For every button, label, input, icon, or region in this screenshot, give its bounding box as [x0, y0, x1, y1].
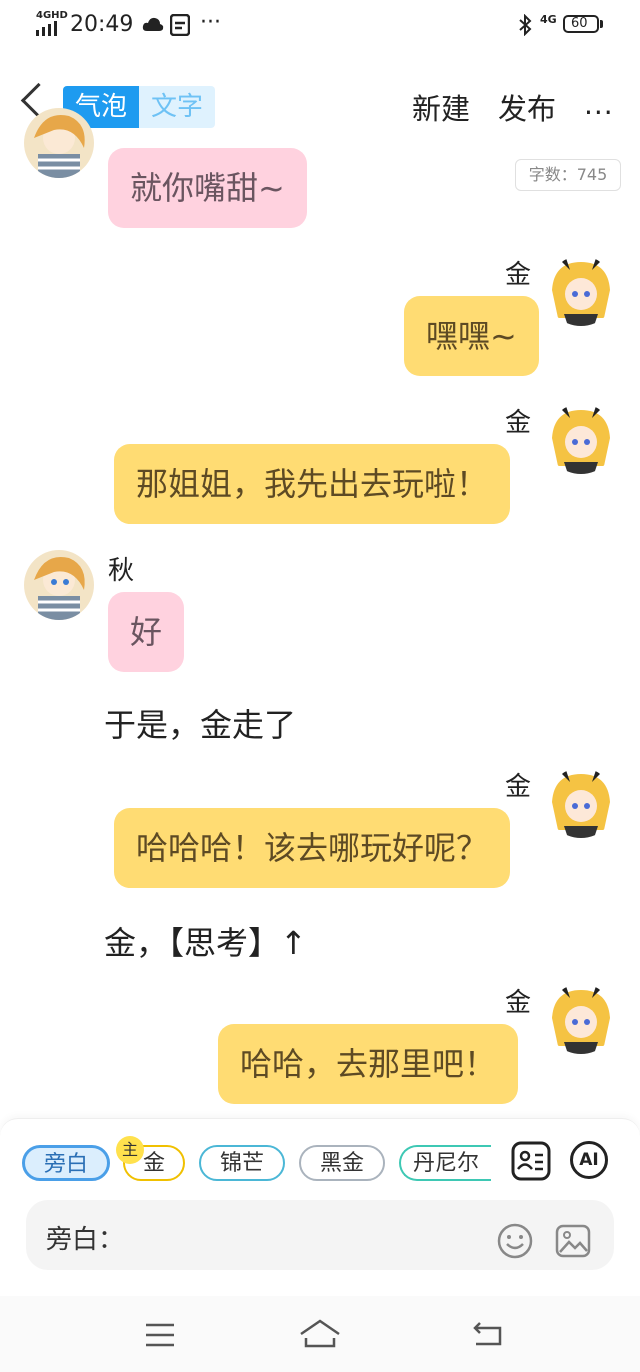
message-bubble[interactable]: 哈哈哈！该去哪玩好呢？	[114, 808, 511, 888]
app-header: 气泡 文字 新建 发布 ···	[0, 50, 640, 150]
message-bubble[interactable]: 好	[108, 592, 185, 672]
cellular-signal-icon: 4GHD	[36, 10, 68, 36]
chat-area[interactable]	[0, 150, 640, 1118]
character-chip-jinmang[interactable]: 锦芒	[199, 1145, 285, 1181]
speaker-name: 金	[505, 988, 532, 1018]
message-bubble[interactable]: 嘿嘿~	[404, 296, 539, 376]
emoji-icon[interactable]	[496, 1222, 534, 1260]
word-count-badge: 字数：745	[515, 159, 621, 191]
character-list-icon[interactable]	[511, 1141, 551, 1181]
network-type: 4GHD	[36, 10, 68, 21]
status-bar: 4GHD 20:49 ··· 4G 60	[0, 0, 640, 50]
message-bubble[interactable]: 那姐姐，我先出去玩啦！	[114, 444, 511, 524]
status-more: ···	[200, 10, 221, 35]
battery-icon: 60	[563, 15, 599, 33]
cloud-icon	[142, 17, 164, 31]
avatar-jin[interactable]	[546, 768, 616, 838]
clock: 20:49	[70, 12, 134, 37]
character-chip-daniel[interactable]: 丹尼尔	[399, 1145, 491, 1181]
home-icon[interactable]	[298, 1318, 342, 1350]
avatar-qiu[interactable]	[24, 550, 94, 620]
more-menu-button[interactable]: ···	[584, 96, 614, 129]
message-bubble[interactable]: 就你嘴甜~	[108, 148, 307, 228]
back-nav-icon[interactable]	[470, 1320, 504, 1348]
image-icon[interactable]	[554, 1222, 592, 1260]
avatar-jin[interactable]	[546, 256, 616, 326]
speaker-name: 金	[505, 408, 532, 438]
narration-text[interactable]: 金，【思考】↑	[104, 918, 307, 964]
input-speaker-prefix: 旁白：	[46, 1225, 125, 1255]
right-network-type: 4G	[540, 13, 557, 26]
menu-icon[interactable]	[144, 1322, 176, 1348]
message-bubble[interactable]: 哈哈，去那里吧！	[218, 1024, 519, 1104]
battery-level: 60	[571, 16, 588, 31]
bluetooth-icon	[519, 14, 532, 36]
avatar-qiu[interactable]	[24, 108, 94, 178]
main-character-badge: 主	[116, 1136, 144, 1164]
character-chip-narrator[interactable]: 旁白	[22, 1145, 110, 1181]
ai-button[interactable]: AI	[570, 1141, 608, 1179]
speaker-name: 金	[505, 260, 532, 290]
narration-text[interactable]: 于是，金走了	[104, 700, 296, 746]
storage-icon	[170, 14, 190, 36]
character-chip-heijin[interactable]: 黑金	[299, 1145, 385, 1181]
avatar-jin[interactable]	[546, 984, 616, 1054]
new-button[interactable]: 新建	[412, 86, 470, 128]
speaker-name: 金	[505, 772, 532, 802]
battery-tip	[600, 20, 603, 28]
avatar-jin[interactable]	[546, 404, 616, 474]
ai-label: AI	[579, 1150, 599, 1170]
publish-button[interactable]: 发布	[498, 86, 556, 128]
tab-text[interactable]: 文字	[139, 86, 215, 128]
speaker-name: 秋	[108, 556, 135, 586]
